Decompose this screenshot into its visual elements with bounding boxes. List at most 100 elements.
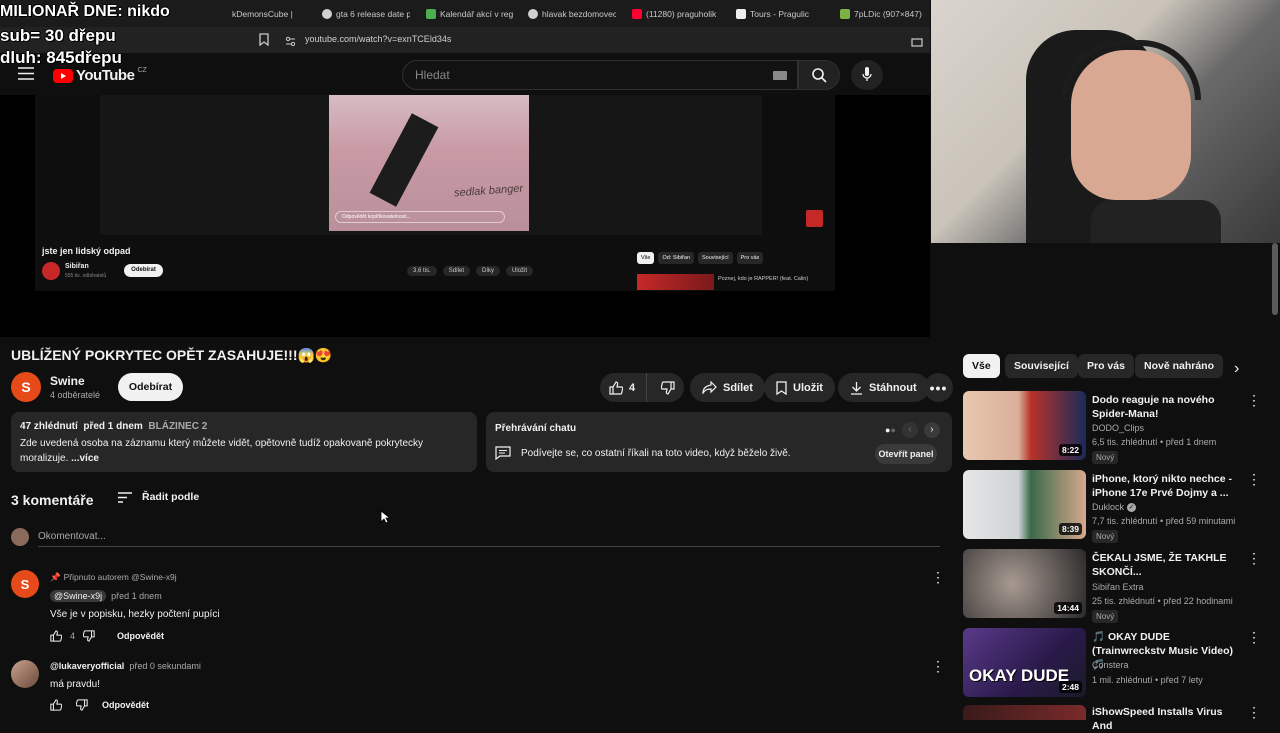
- nested-chip: Vše: [637, 252, 655, 264]
- chevron-left-icon[interactable]: ‹: [901, 422, 918, 438]
- browser-tab[interactable]: (11280) praguholik: [632, 4, 720, 23]
- tab-label: hlavak bezdomovec: [542, 8, 616, 19]
- download-button[interactable]: Stáhnout: [838, 373, 929, 402]
- chevron-right-icon[interactable]: ›: [1234, 360, 1239, 378]
- url-field[interactable]: youtube.com/watch?v=exnTCEld34s: [305, 34, 451, 44]
- browser-tab[interactable]: Kalendář akcí v reg: [426, 4, 514, 23]
- sort-icon: [118, 491, 132, 503]
- comment-actions: 4 Odpovědět: [50, 630, 164, 642]
- browser-tab[interactable]: gta 6 release date p: [322, 4, 410, 23]
- related-title[interactable]: iPhone, ktorý nikto nechce - iPhone 17e …: [1092, 472, 1242, 500]
- share-button[interactable]: Sdílet: [690, 373, 765, 402]
- related-channel[interactable]: Constera: [1092, 660, 1129, 670]
- address-bar: [0, 27, 930, 53]
- keyboard-icon[interactable]: [773, 71, 787, 80]
- nested-thanks: Díky: [476, 266, 501, 276]
- thumbs-down-icon: [661, 380, 675, 395]
- search-button[interactable]: [798, 60, 840, 90]
- comment-avatar[interactable]: S: [11, 570, 39, 598]
- more-vertical-icon[interactable]: ⋮: [931, 570, 945, 584]
- chat-icon: [495, 446, 511, 465]
- bookmark-icon[interactable]: [259, 33, 269, 51]
- related-title[interactable]: iShowSpeed Installs Virus And: [1092, 705, 1242, 733]
- more-vertical-icon[interactable]: ⋮: [1247, 705, 1261, 719]
- chip-all[interactable]: Vše: [963, 354, 1000, 378]
- related-thumbnail[interactable]: [963, 705, 1086, 720]
- subscribe-button[interactable]: Odebírat: [118, 373, 183, 401]
- chip-for-you[interactable]: Pro vás: [1078, 354, 1134, 378]
- webcam-feed: [931, 0, 1280, 243]
- voice-search-button[interactable]: [851, 60, 883, 90]
- mic-icon: [862, 67, 872, 81]
- related-channel[interactable]: DODO_Clips: [1092, 423, 1144, 433]
- browser-tab[interactable]: kDemonsCube |: [232, 4, 302, 23]
- comment-author[interactable]: @lukaveryofficial: [50, 661, 124, 671]
- more-vertical-icon[interactable]: ⋮: [1247, 551, 1261, 565]
- description-text: Zde uvedená osoba na záznamu který můžet…: [20, 436, 460, 466]
- description-tag[interactable]: BLÁZINEC 2: [148, 421, 207, 432]
- comment-input[interactable]: Okomentovat...: [38, 531, 106, 542]
- nested-like: 3,6 tis.: [407, 266, 437, 276]
- description-line: Zde uvedená osoba na záznamu který můžet…: [20, 438, 424, 449]
- thumbs-down-icon[interactable]: [76, 699, 88, 711]
- more-vertical-icon[interactable]: ⋮: [1247, 472, 1261, 486]
- more-vertical-icon[interactable]: ⋮: [1247, 630, 1261, 644]
- chip-related[interactable]: Související: [1005, 354, 1078, 378]
- thumbs-up-icon[interactable]: [50, 630, 62, 642]
- comment-avatar[interactable]: [11, 660, 39, 688]
- thumbnail-text: OKAY DUDE: [969, 666, 1070, 685]
- nested-rec-thumb: [637, 274, 714, 290]
- related-title[interactable]: ČEKALI JSME, ŽE TAKHLE SKONČÍ...: [1092, 551, 1242, 579]
- channel-avatar[interactable]: S: [11, 372, 41, 402]
- related-thumbnail[interactable]: 8:39: [963, 470, 1086, 539]
- related-title[interactable]: Dodo reaguje na nového Spider-Mana!: [1092, 393, 1242, 421]
- related-thumbnail[interactable]: 8:22: [963, 391, 1086, 460]
- more-vertical-icon[interactable]: ⋮: [1247, 393, 1261, 407]
- more-actions-button[interactable]: •••: [924, 373, 953, 402]
- description-box[interactable]: 47 zhlédnutí před 1 dnem BLÁZINEC 2 Zde …: [11, 412, 477, 472]
- save-button[interactable]: Uložit: [764, 373, 835, 402]
- browser-tab[interactable]: 7pLDic (907×847): [840, 4, 928, 23]
- chip-recently-uploaded[interactable]: Nově nahráno: [1135, 354, 1224, 378]
- comment-count: 3 komentáře: [11, 492, 94, 508]
- google-icon: [322, 8, 332, 19]
- scrollbar-thumb[interactable]: [1272, 243, 1278, 315]
- menu-icon[interactable]: [18, 67, 34, 85]
- comment-time[interactable]: před 0 sekundami: [129, 661, 201, 671]
- pinned-text: Připnuto autorem @Swine-x9j: [63, 572, 177, 582]
- tab-label: kDemonsCube |: [232, 8, 293, 19]
- search-input[interactable]: Hledat: [402, 60, 798, 90]
- thumbs-up-icon[interactable]: [50, 699, 62, 711]
- comment-time[interactable]: před 1 dnem: [111, 591, 162, 601]
- show-more-link[interactable]: ...více: [71, 453, 99, 464]
- open-panel-button[interactable]: Otevřít panel: [875, 444, 937, 464]
- more-vertical-icon[interactable]: ⋮: [931, 659, 945, 673]
- video-duration: 14:44: [1054, 602, 1082, 614]
- comment-author[interactable]: @Swine-x9j: [50, 590, 107, 602]
- chevron-right-icon[interactable]: ›: [923, 422, 940, 438]
- reply-button[interactable]: Odpovědět: [102, 700, 149, 710]
- youtube-logo[interactable]: YouTube CZ: [53, 67, 147, 84]
- image-icon: [840, 8, 850, 19]
- like-button[interactable]: 4: [600, 373, 647, 402]
- nested-channel-name: Sibiřan: [65, 263, 89, 270]
- related-thumbnail[interactable]: 14:44: [963, 549, 1086, 618]
- comment-input-underline: [38, 546, 940, 547]
- browser-tab[interactable]: hlavak bezdomovec: [528, 4, 616, 23]
- google-icon: [528, 8, 538, 19]
- share-icon: [702, 381, 717, 394]
- related-thumbnail[interactable]: OKAY DUDE 2:48: [963, 628, 1086, 697]
- related-channel[interactable]: Duklock: [1092, 502, 1124, 512]
- sort-button[interactable]: Řadit podle: [118, 491, 199, 503]
- channel-name[interactable]: Swine: [50, 374, 85, 388]
- cast-icon[interactable]: [911, 35, 923, 53]
- thumbs-down-icon[interactable]: [83, 630, 95, 642]
- dislike-button[interactable]: [653, 373, 684, 402]
- related-channel[interactable]: Sibiřan Extra: [1092, 582, 1144, 592]
- reply-button[interactable]: Odpovědět: [117, 631, 164, 641]
- video-duration: 8:22: [1058, 444, 1082, 456]
- site-info-icon[interactable]: [285, 34, 296, 52]
- strap-shape: [369, 113, 439, 207]
- browser-tab[interactable]: Tours - Pragulic: [736, 4, 824, 23]
- nested-avatar-icon: [806, 210, 823, 227]
